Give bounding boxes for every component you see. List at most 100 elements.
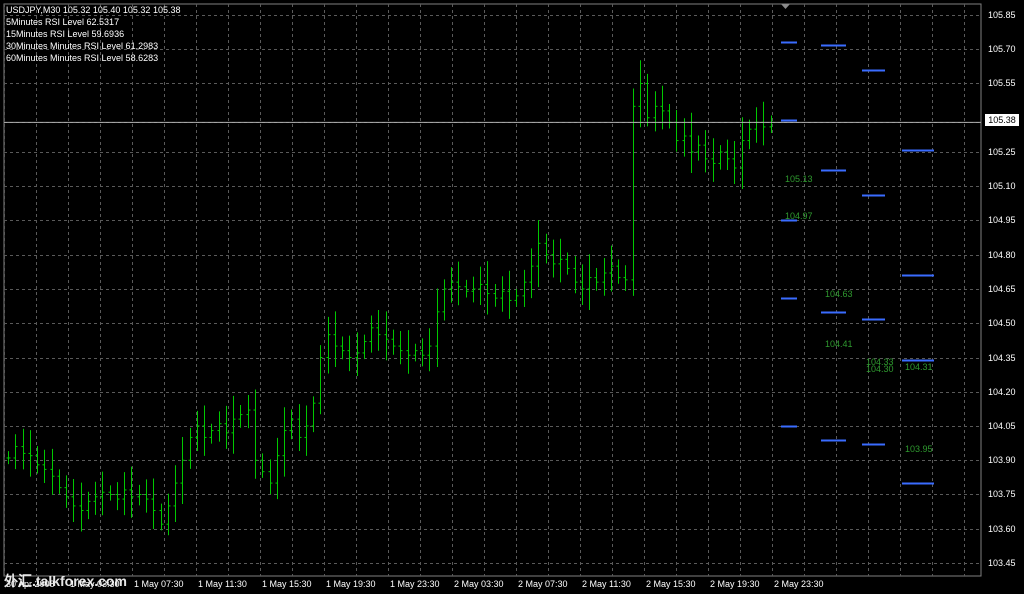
ohlc-bar bbox=[551, 239, 556, 278]
ohlc-bar bbox=[202, 405, 207, 456]
level-label: 105.13 bbox=[785, 174, 813, 184]
ohlc-bar bbox=[28, 430, 33, 477]
watermark: 外汇.talkforex.com bbox=[4, 573, 127, 589]
ohlc-bar bbox=[151, 478, 156, 529]
ohlc-bar bbox=[64, 475, 69, 508]
x-tick-label: 1 May 15:30 bbox=[262, 579, 312, 589]
ohlc-bar bbox=[435, 288, 440, 368]
ohlc-bar bbox=[718, 145, 723, 170]
ohlc-bar bbox=[180, 436, 185, 505]
price-chart[interactable] bbox=[0, 0, 1024, 594]
ohlc-bar bbox=[318, 345, 323, 415]
ohlc-bar bbox=[580, 264, 585, 306]
ohlc-bar bbox=[304, 405, 309, 456]
ohlc-bar bbox=[340, 336, 345, 360]
ohlc-bar bbox=[507, 270, 512, 319]
ohlc-bar bbox=[761, 101, 766, 146]
ohlc-bar bbox=[747, 119, 752, 150]
symbol-info: USDJPY,M30 105.32 105.40 105.32 105.38 bbox=[6, 5, 181, 15]
ohlc-bar bbox=[464, 279, 469, 298]
ohlc-bar bbox=[115, 482, 120, 511]
ohlc-bar bbox=[427, 328, 432, 372]
ohlc-bar bbox=[282, 407, 287, 477]
ohlc-bar bbox=[711, 138, 716, 182]
ohlc-bar bbox=[682, 118, 687, 157]
ohlc-bar bbox=[674, 109, 679, 152]
rsi-15min-label: 15Minutes RSI Level 59.6936 bbox=[6, 29, 125, 39]
y-tick-label: 103.75 bbox=[988, 489, 1016, 499]
ohlc-bar bbox=[86, 491, 91, 520]
ohlc-bar bbox=[725, 139, 730, 170]
ohlc-bar bbox=[326, 316, 331, 374]
ohlc-bar bbox=[275, 437, 280, 500]
ohlc-bar bbox=[653, 91, 658, 132]
ohlc-bar bbox=[71, 478, 76, 522]
x-tick-label: 2 May 07:30 bbox=[518, 579, 568, 589]
ohlc-bar bbox=[703, 130, 708, 173]
ohlc-bar bbox=[137, 484, 142, 506]
ohlc-bar bbox=[616, 259, 621, 284]
ohlc-bar bbox=[660, 85, 665, 130]
current-price-tag: 105.38 bbox=[985, 114, 1019, 126]
ohlc-bar bbox=[79, 482, 84, 532]
ohlc-bar bbox=[631, 88, 636, 296]
ohlc-bar bbox=[398, 331, 403, 365]
x-tick-label: 2 May 11:30 bbox=[582, 579, 631, 589]
ohlc-bar bbox=[253, 389, 258, 479]
x-tick-label: 2 May 19:30 bbox=[710, 579, 760, 589]
x-tick-label: 1 May 11:30 bbox=[198, 579, 247, 589]
ohlc-bar bbox=[188, 427, 193, 469]
rsi-30min-label: 30Minutes Minutes RSI Level 61.2983 bbox=[6, 41, 159, 51]
ohlc-bar bbox=[645, 73, 650, 127]
ohlc-bar bbox=[638, 60, 643, 128]
y-tick-label: 104.35 bbox=[988, 353, 1016, 363]
y-tick-label: 105.10 bbox=[988, 181, 1016, 191]
y-tick-label: 104.50 bbox=[988, 318, 1016, 328]
ohlc-bar bbox=[384, 311, 389, 361]
ohlc-bar bbox=[369, 315, 374, 353]
shift-marker-icon bbox=[781, 4, 790, 9]
ohlc-bar bbox=[420, 338, 425, 367]
ohlc-bar bbox=[696, 135, 701, 161]
level-label: 103.95 bbox=[905, 444, 933, 454]
ohlc-bar bbox=[493, 283, 498, 307]
ohlc-bar bbox=[108, 485, 113, 501]
ohlc-bar bbox=[50, 448, 55, 495]
x-tick-label: 2 May 23:30 bbox=[774, 579, 824, 589]
ohlc-bar bbox=[93, 481, 98, 515]
ohlc-bar bbox=[754, 107, 759, 143]
rsi-5min-label: 5Minutes RSI Level 62.5317 bbox=[6, 17, 120, 27]
y-tick-label: 104.20 bbox=[988, 387, 1016, 397]
ohlc-bar bbox=[42, 449, 47, 483]
ohlc-bar bbox=[442, 279, 447, 321]
ohlc-bar bbox=[231, 395, 236, 454]
ohlc-bar bbox=[144, 479, 149, 513]
y-tick-label: 104.65 bbox=[988, 284, 1016, 294]
ohlc-bar bbox=[544, 233, 549, 264]
level-label: 104.97 bbox=[785, 211, 813, 221]
ohlc-bar bbox=[159, 503, 164, 531]
x-tick-label: 1 May 19:30 bbox=[326, 579, 376, 589]
ohlc-bar bbox=[376, 310, 381, 351]
level-label: 104.30 bbox=[866, 364, 894, 374]
ohlc-bar bbox=[573, 256, 578, 294]
ohlc-bar bbox=[260, 453, 265, 478]
ohlc-bar bbox=[246, 394, 251, 429]
ohlc-bar bbox=[478, 266, 483, 306]
y-tick-label: 105.25 bbox=[988, 147, 1016, 157]
ohlc-bar bbox=[6, 451, 11, 465]
ohlc-bar bbox=[57, 469, 62, 494]
ohlc-bar bbox=[456, 261, 461, 306]
ohlc-bar bbox=[449, 267, 454, 303]
x-tick-label: 1 May 23:30 bbox=[390, 579, 440, 589]
y-tick-label: 105.55 bbox=[988, 78, 1016, 88]
x-tick-label: 1 May 07:30 bbox=[134, 579, 184, 589]
ohlc-bar bbox=[297, 404, 302, 451]
x-tick-label: 2 May 15:30 bbox=[646, 579, 696, 589]
ohlc-bar bbox=[238, 404, 243, 428]
x-tick-label: 2 May 03:30 bbox=[454, 579, 504, 589]
ohlc-bar bbox=[224, 405, 229, 449]
ohlc-bar bbox=[732, 141, 737, 185]
y-tick-label: 103.90 bbox=[988, 455, 1016, 465]
ohlc-bar bbox=[689, 112, 694, 173]
